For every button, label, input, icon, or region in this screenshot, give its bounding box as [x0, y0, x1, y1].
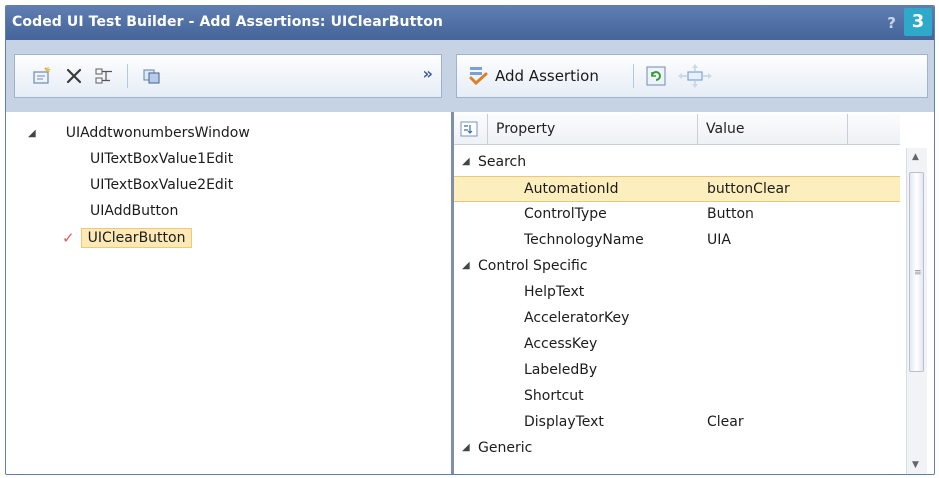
category-label: Search — [478, 154, 527, 170]
collapse-arrow-icon[interactable]: ◢ — [462, 260, 470, 271]
property-name: TechnologyName — [524, 232, 644, 248]
column-header-value[interactable]: Value — [698, 114, 848, 144]
title-bar[interactable]: Coded UI Test Builder - Add Assertions: … — [6, 6, 934, 40]
properties-icon — [95, 68, 112, 84]
category-label: Generic — [478, 440, 533, 456]
property-row-automationid[interactable]: AutomationId buttonClear — [454, 176, 900, 202]
property-row-displaytext[interactable]: DisplayText Clear — [454, 410, 900, 436]
property-row-technologyname[interactable]: TechnologyName UIA — [454, 228, 900, 254]
add-assertion-button[interactable]: Add Assertion — [467, 62, 599, 90]
property-grid: Property Value ◢ Search AutomationId but… — [454, 112, 934, 474]
collapse-arrow-icon[interactable]: ◢ — [462, 156, 470, 167]
tree-node-uiaddbutton[interactable]: UIAddButton — [90, 198, 178, 224]
vertical-scrollbar[interactable]: ▲ ≡ ▼ — [906, 148, 927, 474]
coded-ui-test-builder-window: Coded UI Test Builder - Add Assertions: … — [5, 5, 935, 475]
grip-icon: ≡ — [914, 268, 922, 278]
tree-node-root[interactable]: ◢ UIAddtwonumbersWindow — [6, 120, 250, 146]
property-name: AutomationId — [524, 181, 619, 197]
property-row-helptext[interactable]: HelpText — [454, 280, 900, 306]
properties-button[interactable] — [91, 63, 117, 89]
property-row-acceleratorkey[interactable]: AcceleratorKey — [454, 306, 900, 332]
refresh-button[interactable] — [643, 63, 669, 89]
window-title: Coded UI Test Builder - Add Assertions: … — [12, 14, 443, 30]
assertion-toolbar: Add Assertion — [456, 54, 928, 98]
locate-control-button[interactable] — [675, 63, 715, 89]
category-row-search[interactable]: ◢ Search — [454, 150, 900, 176]
tree-node-label: UITextBoxValue2Edit — [90, 177, 234, 193]
delete-icon — [66, 68, 82, 84]
property-name: AccessKey — [524, 336, 598, 352]
category-label: Control Specific — [478, 258, 588, 274]
property-name: DisplayText — [524, 414, 604, 430]
refresh-icon — [646, 66, 666, 86]
category-row-control-specific[interactable]: ◢ Control Specific — [454, 254, 900, 280]
category-row-generic[interactable]: ◢ Generic — [454, 436, 900, 462]
delete-button[interactable] — [61, 63, 87, 89]
tree-node-uiclearbutton[interactable]: ✓ UIClearButton — [62, 225, 193, 251]
property-row-shortcut[interactable]: Shortcut — [454, 384, 900, 410]
categorized-sort-icon — [460, 121, 478, 137]
toolbar-area: » Add Assertion — [6, 40, 934, 112]
tree-node-label: UITextBoxValue1Edit — [90, 151, 234, 167]
property-row-controltype[interactable]: ControlType Button — [454, 202, 900, 228]
scroll-up-arrow-icon[interactable]: ▲ — [912, 152, 919, 162]
rename-icon — [33, 67, 51, 84]
scroll-down-arrow-icon[interactable]: ▼ — [912, 460, 919, 470]
step-badge: 3 — [904, 8, 932, 36]
property-row-accesskey[interactable]: AccessKey — [454, 332, 900, 358]
scrollbar-thumb[interactable]: ≡ — [909, 172, 924, 372]
property-name: LabeledBy — [524, 362, 598, 378]
tree-node-uitextboxvalue1edit[interactable]: UITextBoxValue1Edit — [90, 146, 233, 172]
toolbar-overflow-button[interactable]: » — [423, 64, 433, 83]
ui-control-map-tree: ◢ UIAddtwonumbersWindow UITextBoxValue1E… — [6, 112, 451, 474]
property-value: Button — [707, 206, 754, 222]
rename-button[interactable] — [29, 63, 55, 89]
property-row-labeledby[interactable]: LabeledBy — [454, 358, 900, 384]
tree-node-label-selected: UIClearButton — [80, 228, 193, 248]
property-name: ControlType — [524, 206, 607, 222]
column-header-property[interactable]: Property — [488, 114, 698, 144]
add-assertion-icon — [469, 67, 488, 86]
tree-node-label: UIAddButton — [90, 203, 179, 219]
copy-icon — [143, 69, 160, 84]
collapse-arrow-icon[interactable]: ◢ — [28, 128, 36, 139]
collapse-arrow-icon[interactable]: ◢ — [462, 442, 470, 453]
property-name: AcceleratorKey — [524, 310, 630, 326]
tree-node-uitextboxvalue2edit[interactable]: UITextBoxValue2Edit — [90, 172, 233, 198]
property-name: Shortcut — [524, 388, 584, 404]
property-value: buttonClear — [707, 181, 790, 197]
copy-button[interactable] — [139, 63, 165, 89]
add-assertion-label: Add Assertion — [495, 67, 599, 85]
toolbar-separator — [127, 64, 128, 88]
sort-categorized-button[interactable] — [454, 114, 488, 144]
toolbar-separator — [633, 64, 634, 88]
property-grid-header: Property Value — [454, 114, 900, 145]
property-value: UIA — [707, 232, 731, 248]
ui-map-toolbar: » — [14, 54, 442, 98]
property-value: Clear — [707, 414, 744, 430]
tree-node-label: UIAddtwonumbersWindow — [65, 125, 250, 141]
checkmark-icon: ✓ — [62, 229, 75, 247]
help-button[interactable]: ? — [887, 14, 896, 32]
crosshair-icon — [678, 64, 712, 88]
property-name: HelpText — [524, 284, 585, 300]
